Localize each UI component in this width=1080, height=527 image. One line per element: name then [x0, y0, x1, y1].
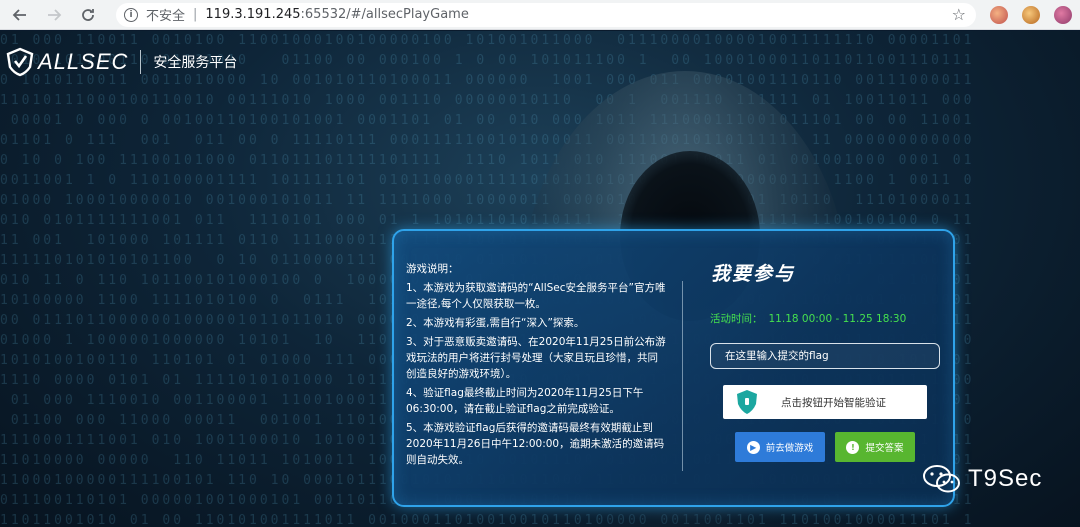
submit-answer-button[interactable]: ! 提交答案 [835, 432, 915, 462]
info-icon[interactable]: i [124, 7, 138, 22]
play-icon: ▶ [746, 440, 760, 454]
rule-item: 5、本游戏验证flag后获得的邀请码最终有效期截止到2020年11月26日中午1… [406, 422, 665, 466]
reload-button[interactable] [74, 1, 102, 29]
shield-logo-icon [6, 47, 34, 77]
reload-icon [82, 8, 94, 21]
activity-range: 11.18 00:00 - 11.25 18:30 [768, 313, 907, 325]
url-host: 119.3.191.245 [205, 7, 301, 22]
rule-item: 1、本游戏为获取邀请码的“AllSec安全服务平台”官方唯一途径,每个人仅限获取… [406, 282, 666, 310]
rule-item: 4、验证flag最终截止时间为2020年11月25日下午06:30:00，请在截… [406, 387, 644, 415]
extension-icon[interactable] [1054, 5, 1072, 24]
logo-divider [140, 50, 142, 74]
arrow-right-icon [48, 8, 62, 21]
platform-name: 安全服务平台 [153, 55, 238, 71]
flag-input[interactable] [710, 343, 940, 369]
join-title: 我要参与 [711, 263, 796, 285]
url-separator: | [193, 7, 198, 22]
address-bar[interactable]: i 不安全 | 119.3.191.245 :65532/#/allsecPla… [116, 2, 976, 27]
panel-divider [682, 281, 683, 471]
watermark-text: T9Sec [968, 465, 1043, 492]
extension-icon[interactable] [990, 5, 1008, 24]
activity-label: 活动时间： [710, 313, 763, 325]
verify-shield-icon [737, 390, 757, 414]
captcha-verify-button[interactable]: 点击按钮开始智能验证 [723, 385, 927, 419]
arrow-left-icon [12, 8, 26, 21]
background-glow [340, 36, 540, 96]
game-page: 01 000 110011 0010100 110010001001000001… [0, 31, 1080, 527]
game-panel: 游戏说明： 1、本游戏为获取邀请码的“AllSec安全服务平台”官方唯一途径,每… [392, 229, 955, 507]
url-path: :65532/#/allsecPlayGame [300, 7, 469, 22]
extension-icon[interactable] [1022, 5, 1040, 24]
forward-button[interactable] [40, 1, 68, 29]
game-rules: 游戏说明： 1、本游戏为获取邀请码的“AllSec安全服务平台”官方唯一途径,每… [406, 261, 668, 471]
rule-item: 3、对于恶意贩卖邀请码、在2020年11月25日前公布游戏玩法的用户将进行封号处… [406, 336, 666, 380]
browser-toolbar: i 不安全 | 119.3.191.245 :65532/#/allsecPla… [0, 0, 1080, 30]
play-game-button[interactable]: ▶ 前去做游戏 [735, 432, 825, 462]
play-button-label: 前去做游戏 [765, 443, 814, 454]
submit-button-label: 提交答案 [865, 443, 904, 454]
star-icon[interactable]: ☆ [952, 5, 966, 24]
wechat-icon [923, 465, 960, 493]
captcha-text: 点击按钮开始智能验证 [781, 396, 886, 409]
brand-name: ALLSEC [38, 49, 129, 74]
activity-time: 活动时间： 11.18 00:00 - 11.25 18:30 [710, 311, 912, 326]
watermark: T9Sec [922, 464, 1042, 494]
site-logo[interactable]: ALLSEC 安全服务平台 [6, 47, 237, 77]
exclamation-icon: ! [846, 440, 860, 454]
rules-title: 游戏说明： [406, 263, 459, 275]
back-button[interactable] [6, 1, 34, 29]
security-label: 不安全 [146, 9, 186, 24]
rule-item: 2、本游戏有彩蛋,需自行“深入”探索。 [406, 317, 585, 329]
